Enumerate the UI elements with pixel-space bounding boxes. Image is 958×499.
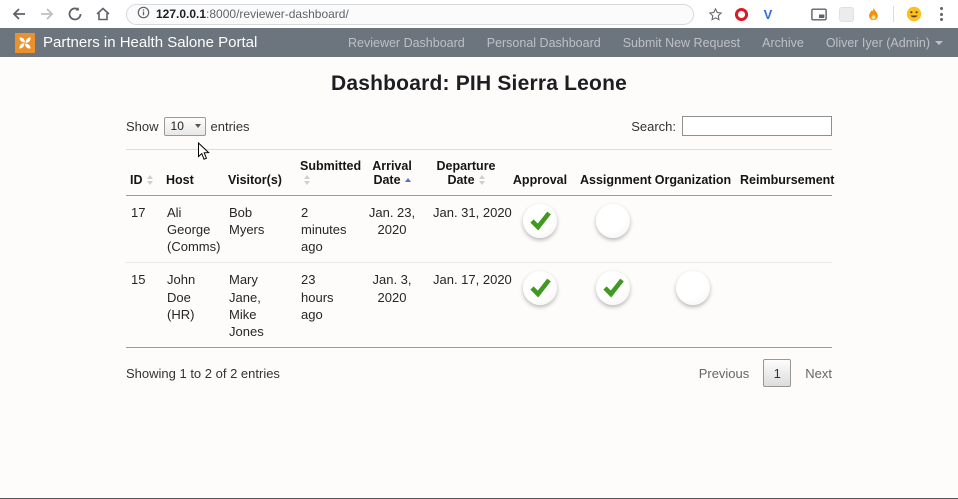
col-header-reimbursement[interactable]: Reimbursement	[736, 149, 834, 196]
browser-window: 127.0.0.1:8000/reviewer-dashboard/ V Par…	[0, 0, 958, 499]
show-label: Show	[126, 118, 159, 134]
cell-submitted: 23 hours ago	[296, 262, 356, 349]
col-header-submitted[interactable]: Submitted	[296, 149, 361, 196]
status-circle	[676, 271, 710, 306]
page-length-control: Show 10 entries	[126, 116, 250, 136]
vimium-extension-icon[interactable]: V	[759, 5, 777, 23]
assignment-status[interactable]	[576, 195, 650, 264]
col-header-arrival-date[interactable]: Arrival Date	[356, 149, 428, 196]
brand[interactable]: Partners in Health Salone Portal	[15, 32, 258, 53]
check-icon	[530, 279, 551, 298]
col-header-organization[interactable]: Organization	[650, 149, 736, 196]
table-row[interactable]: 17 Ali George (Comms) Bob Myers 2 minute…	[126, 195, 832, 264]
organization-status[interactable]	[650, 195, 736, 264]
chevron-down-icon	[935, 40, 943, 45]
next-page-button[interactable]: Next	[805, 366, 832, 381]
pih-logo-icon	[15, 32, 35, 53]
extension-icons: V	[732, 5, 950, 23]
reimbursement-status[interactable]	[736, 195, 832, 264]
cell-visitors: Bob Myers	[224, 195, 296, 264]
bookmark-star-icon[interactable]	[704, 3, 726, 25]
page-title: Dashboard: PIH Sierra Leone	[331, 72, 627, 95]
requests-table: ID Host Visitor(s) Submitted Arrival Dat…	[126, 149, 834, 349]
sort-icon	[304, 174, 310, 185]
pagination: Previous 1 Next	[699, 359, 832, 388]
picture-in-picture-icon[interactable]	[810, 5, 828, 23]
home-button[interactable]	[92, 3, 114, 25]
previous-page-button[interactable]: Previous	[699, 366, 750, 381]
back-button[interactable]	[8, 3, 30, 25]
brand-label: Partners in Health Salone Portal	[43, 34, 258, 51]
nav-user-menu[interactable]: Oliver Iyer (Admin)	[826, 36, 943, 50]
sort-icon	[146, 174, 153, 185]
status-circle	[523, 271, 557, 306]
search-input[interactable]	[682, 116, 832, 136]
cell-arrival-date: Jan. 3, 2020	[356, 262, 428, 349]
sort-asc-icon	[404, 177, 411, 182]
flame-extension-icon[interactable]	[864, 5, 882, 23]
cell-id: 15	[126, 262, 162, 349]
col-header-approval[interactable]: Approval	[504, 149, 576, 196]
col-header-id[interactable]: ID	[126, 149, 162, 196]
page-1-button[interactable]: 1	[763, 359, 792, 388]
url-text: 127.0.0.1:8000/reviewer-dashboard/	[156, 7, 349, 21]
cell-visitors: Mary Jane, Mike Jones	[224, 262, 296, 349]
status-circle	[523, 204, 557, 238]
cell-host: Ali George (Comms)	[162, 195, 224, 264]
organization-status[interactable]	[650, 262, 736, 349]
browser-menu-icon[interactable]	[932, 5, 950, 23]
approval-status[interactable]	[504, 262, 576, 349]
forward-button[interactable]	[36, 3, 58, 25]
red-ring-extension-icon[interactable]	[732, 5, 750, 23]
toolbar-separator	[893, 6, 894, 22]
col-header-departure-date[interactable]: Departure Date	[428, 149, 504, 196]
select-caret-icon	[194, 124, 201, 128]
cell-departure-date: Jan. 17, 2020	[428, 262, 512, 349]
nav-reviewer-dashboard[interactable]: Reviewer Dashboard	[348, 36, 465, 50]
reimbursement-status[interactable]	[736, 262, 832, 349]
col-header-visitors[interactable]: Visitor(s)	[224, 149, 296, 196]
cell-id: 17	[126, 195, 162, 264]
status-circle	[596, 204, 630, 238]
app-navbar: Partners in Health Salone Portal Reviewe…	[0, 28, 958, 57]
cell-submitted: 2 minutes ago	[296, 195, 356, 264]
search-label: Search:	[631, 118, 676, 134]
col-header-assignment[interactable]: Assignment	[576, 149, 652, 196]
cell-departure-date: Jan. 31, 2020	[428, 195, 512, 264]
refresh-button[interactable]	[64, 3, 86, 25]
assignment-status[interactable]	[576, 262, 650, 349]
nav-links: Reviewer Dashboard Personal Dashboard Su…	[348, 36, 943, 50]
nav-personal-dashboard[interactable]: Personal Dashboard	[487, 36, 601, 50]
check-icon	[530, 211, 551, 231]
cell-arrival-date: Jan. 23, 2020	[356, 195, 428, 264]
table-info: Showing 1 to 2 of 2 entries	[126, 365, 280, 381]
nav-archive[interactable]: Archive	[762, 36, 804, 50]
status-circle	[596, 271, 630, 306]
sort-icon	[478, 174, 485, 185]
cell-host: John Doe (HR)	[162, 262, 224, 349]
nav-submit-new-request[interactable]: Submit New Request	[623, 36, 740, 50]
check-icon	[603, 279, 624, 298]
page-info-icon[interactable]	[137, 6, 150, 22]
grid-extension-icon[interactable]	[786, 7, 801, 22]
address-bar[interactable]: 127.0.0.1:8000/reviewer-dashboard/	[126, 3, 694, 25]
table-row[interactable]: 15 John Doe (HR) Mary Jane, Mike Jones 2…	[126, 262, 832, 349]
col-header-host[interactable]: Host	[162, 149, 224, 196]
browser-toolbar: 127.0.0.1:8000/reviewer-dashboard/ V	[0, 0, 958, 28]
approval-status[interactable]	[504, 195, 576, 264]
table-header-row: ID Host Visitor(s) Submitted Arrival Dat…	[126, 149, 834, 196]
disabled-extension-icon[interactable]	[837, 5, 855, 23]
page-content: Dashboard: PIH Sierra Leone Show 10 entr…	[0, 57, 958, 388]
entries-label: entries	[210, 118, 250, 134]
entries-select[interactable]: 10	[163, 116, 206, 136]
profile-avatar[interactable]	[905, 5, 923, 23]
table-search: Search:	[631, 116, 832, 136]
